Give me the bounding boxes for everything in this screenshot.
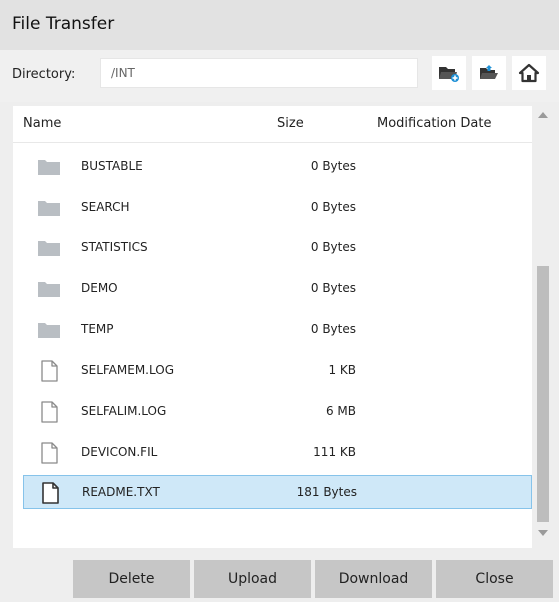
folder-icon xyxy=(38,241,60,256)
dialog-title: File Transfer xyxy=(12,14,115,34)
open-folder-icon xyxy=(480,65,498,79)
file-name: BUSTABLE xyxy=(81,159,143,173)
file-size: 0 Bytes xyxy=(310,240,356,254)
file-list-header: Name Size Modification Date xyxy=(13,106,532,143)
file-size: 6 MB xyxy=(325,404,356,418)
new-folder-icon xyxy=(439,67,459,82)
table-row[interactable]: SEARCH 0 Bytes xyxy=(23,191,532,225)
folder-icon xyxy=(38,201,60,216)
table-row[interactable]: BUSTABLE 0 Bytes xyxy=(23,150,532,184)
new-folder-button[interactable] xyxy=(432,56,466,90)
table-row[interactable]: TEMP 0 Bytes xyxy=(23,313,532,347)
file-icon xyxy=(41,401,58,423)
file-icon xyxy=(41,442,58,464)
home-button[interactable] xyxy=(512,56,546,90)
file-size: 0 Bytes xyxy=(310,159,356,173)
folder-icon xyxy=(38,282,60,297)
file-name: SELFAMEM.LOG xyxy=(81,363,174,377)
file-size: 181 Bytes xyxy=(296,485,357,499)
file-icon xyxy=(41,360,58,382)
file-name: STATISTICS xyxy=(81,240,148,254)
file-size: 0 Bytes xyxy=(310,322,356,336)
directory-label: Directory: xyxy=(12,67,76,82)
file-name: DEMO xyxy=(81,281,118,295)
table-row[interactable]: DEVICON.FIL 111 KB xyxy=(23,436,532,470)
file-name: TEMP xyxy=(81,322,114,336)
table-row[interactable]: SELFAMEM.LOG 1 KB xyxy=(23,354,532,388)
file-size: 111 KB xyxy=(313,445,356,459)
close-button[interactable]: Close xyxy=(436,560,553,598)
directory-input[interactable] xyxy=(100,58,418,88)
folder-icon xyxy=(38,160,60,175)
file-name: SELFALIM.LOG xyxy=(81,404,167,418)
scroll-down-arrow-icon[interactable] xyxy=(538,530,548,536)
file-transfer-dialog: File Transfer Directory: /INT Name Size … xyxy=(0,0,559,602)
upload-button[interactable]: Upload xyxy=(194,560,311,598)
file-icon xyxy=(42,482,59,504)
file-size: 0 Bytes xyxy=(310,281,356,295)
scroll-up-arrow-icon[interactable] xyxy=(538,112,548,118)
table-row[interactable]: SELFALIM.LOG 6 MB xyxy=(23,395,532,429)
scroll-thumb[interactable] xyxy=(537,266,549,522)
file-name: DEVICON.FIL xyxy=(81,445,158,459)
home-icon xyxy=(518,63,540,83)
file-name: README.TXT xyxy=(82,485,160,499)
table-row-selected[interactable]: README.TXT 181 Bytes xyxy=(23,475,532,509)
title-bar: File Transfer xyxy=(0,0,559,50)
file-name: SEARCH xyxy=(81,200,130,214)
column-size-header[interactable]: Size xyxy=(277,116,304,131)
folder-icon xyxy=(38,323,60,338)
delete-button[interactable]: Delete xyxy=(73,560,190,598)
table-row[interactable]: STATISTICS 0 Bytes xyxy=(23,231,532,265)
download-button[interactable]: Download xyxy=(315,560,432,598)
column-date-header[interactable]: Modification Date xyxy=(377,116,491,131)
open-folder-button[interactable] xyxy=(472,56,506,90)
file-size: 0 Bytes xyxy=(310,200,356,214)
column-name-header[interactable]: Name xyxy=(23,116,61,131)
directory-toolbar: Directory: xyxy=(0,50,559,102)
button-bar: Delete Upload Download Close xyxy=(0,548,559,602)
table-row[interactable]: DEMO 0 Bytes xyxy=(23,272,532,306)
vertical-scrollbar[interactable] xyxy=(534,106,552,548)
file-size: 1 KB xyxy=(328,363,356,377)
file-list: Name Size Modification Date BUSTABLE 0 B… xyxy=(13,106,532,548)
